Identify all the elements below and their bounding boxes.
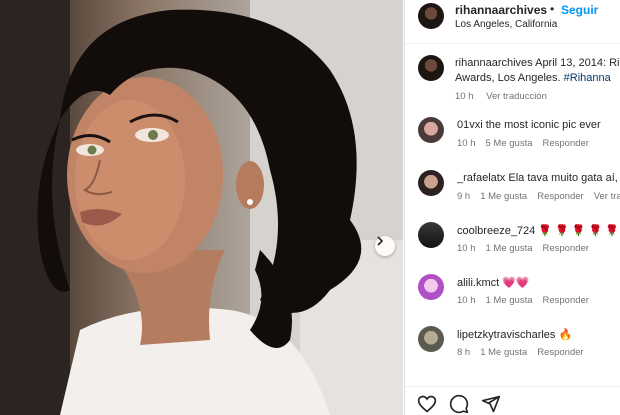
- comment-username[interactable]: alili.kmct: [457, 277, 499, 289]
- comment-item: alili.kmct 💗💗 10 h 1 Me gusta Responder: [405, 274, 620, 320]
- comment-item: lipetzkytravischarles 🔥 8 h 1 Me gusta Resp…: [405, 326, 620, 372]
- comment-meta: 8 h 1 Me gusta Responder: [457, 347, 604, 358]
- comment-meta: 10 h 5 Me gusta Responder: [457, 138, 609, 149]
- reply-button[interactable]: Responder: [537, 347, 583, 358]
- hashtag-link[interactable]: #Rihanna: [564, 72, 611, 84]
- avatar[interactable]: [418, 55, 444, 81]
- comment-text: coolbreeze_724 🌹 🌹 🌹 🌹 🌹: [457, 224, 620, 237]
- comment-username[interactable]: lipetzkytravischarles: [457, 329, 555, 341]
- caption-username[interactable]: rihannaarchives: [455, 57, 533, 69]
- next-photo-button[interactable]: [375, 236, 395, 256]
- avatar[interactable]: [418, 3, 444, 29]
- post-location[interactable]: Los Angeles, California: [455, 19, 557, 30]
- comment-item: coolbreeze_724 🌹 🌹 🌹 🌹 🌹 10 h 1 Me gusta Re…: [405, 222, 620, 268]
- comment-item: 01vxi the most iconic pic ever 10 h 5 Me g…: [405, 117, 620, 163]
- comment-item: _rafaelatx Ela tava muito gata aí, 9 h 1 M…: [405, 170, 620, 216]
- comment-icon[interactable]: [449, 394, 469, 414]
- caption-body: April 13, 2014: Ri: [532, 57, 620, 69]
- separator-dot: •: [550, 2, 555, 16]
- comment-body: 💗💗: [499, 277, 530, 289]
- post-author-username[interactable]: rihannaarchives: [455, 3, 547, 17]
- comment-username[interactable]: coolbreeze_724: [457, 225, 535, 237]
- reply-button[interactable]: Responder: [537, 191, 583, 202]
- comment-time[interactable]: 10 h: [457, 138, 476, 149]
- comment-likes[interactable]: 1 Me gusta: [480, 191, 527, 202]
- comment-time[interactable]: 10 h: [457, 295, 476, 306]
- caption-text: rihannaarchives April 13, 2014: Ri Award…: [455, 56, 620, 86]
- heart-icon[interactable]: [417, 394, 437, 414]
- comment-username[interactable]: _rafaelatx: [457, 172, 505, 184]
- follow-button[interactable]: Seguir: [561, 3, 598, 17]
- post-header: rihannaarchives • Seguir Los Angeles, Ca…: [405, 0, 620, 44]
- caption-meta: 10 h Ver traducción: [455, 91, 557, 102]
- avatar[interactable]: [418, 326, 444, 352]
- comment-text: _rafaelatx Ela tava muito gata aí,: [457, 172, 620, 184]
- comment-likes[interactable]: 1 Me gusta: [486, 243, 533, 254]
- post-caption: rihannaarchives April 13, 2014: Ri Award…: [405, 50, 620, 110]
- caption-time[interactable]: 10 h: [455, 91, 474, 102]
- comment-body: the most iconic pic ever: [482, 119, 601, 131]
- share-icon[interactable]: [481, 394, 501, 414]
- photo-illustration: [0, 0, 403, 415]
- comment-body: 🔥: [555, 329, 573, 341]
- translate-link[interactable]: Ver traducción: [486, 91, 547, 102]
- avatar[interactable]: [418, 274, 444, 300]
- reply-button[interactable]: Responder: [543, 243, 589, 254]
- comment-text: 01vxi the most iconic pic ever: [457, 119, 620, 131]
- comment-meta: 10 h 1 Me gusta Responder: [457, 295, 609, 306]
- comment-body: 🌹 🌹 🌹 🌹 🌹: [535, 225, 620, 237]
- translate-link[interactable]: Ver tra: [594, 191, 620, 202]
- post-photo: [0, 0, 403, 415]
- reply-button[interactable]: Responder: [543, 295, 589, 306]
- comment-text: alili.kmct 💗💗: [457, 276, 620, 289]
- post-sidebar: rihannaarchives • Seguir Los Angeles, Ca…: [404, 0, 620, 415]
- reply-button[interactable]: Responder: [543, 138, 589, 149]
- comment-text: lipetzkytravischarles 🔥: [457, 328, 620, 341]
- comment-body: Ela tava muito gata aí,: [505, 172, 618, 184]
- comment-time[interactable]: 8 h: [457, 347, 470, 358]
- comment-time[interactable]: 10 h: [457, 243, 476, 254]
- avatar[interactable]: [418, 117, 444, 143]
- comment-likes[interactable]: 5 Me gusta: [486, 138, 533, 149]
- comment-likes[interactable]: 1 Me gusta: [480, 347, 527, 358]
- caption-body-line2: Awards, Los Angeles.: [455, 72, 564, 84]
- comment-likes[interactable]: 1 Me gusta: [486, 295, 533, 306]
- comment-time[interactable]: 9 h: [457, 191, 470, 202]
- avatar[interactable]: [418, 222, 444, 248]
- comment-meta: 10 h 1 Me gusta Responder: [457, 243, 609, 254]
- chevron-right-icon: [377, 236, 384, 246]
- comment-meta: 9 h 1 Me gusta Responder Ver tra: [457, 191, 620, 202]
- post-actions: [405, 386, 620, 415]
- avatar[interactable]: [418, 170, 444, 196]
- comment-username[interactable]: 01vxi: [457, 119, 483, 131]
